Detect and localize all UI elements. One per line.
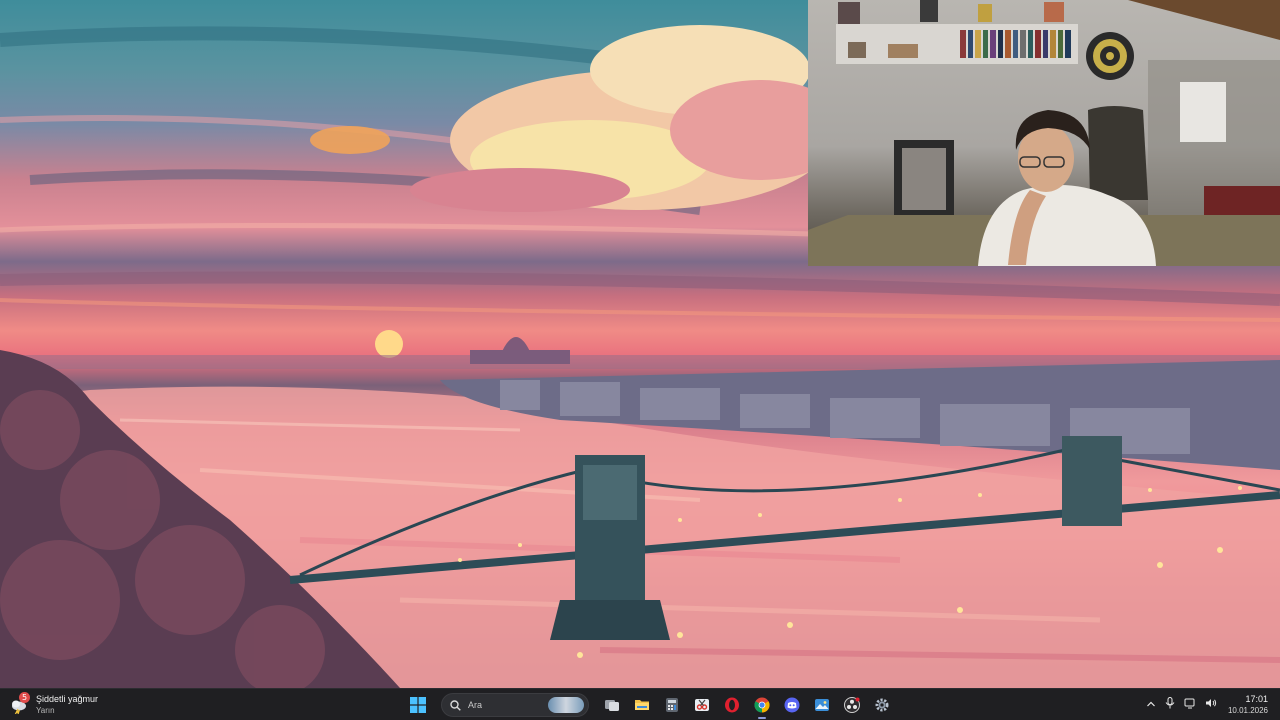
search-icon [450, 699, 461, 711]
file-explorer-button[interactable] [631, 694, 653, 716]
microphone-icon[interactable] [1165, 696, 1175, 714]
calculator-icon [666, 698, 678, 712]
opera-button[interactable] [721, 694, 743, 716]
discord-icon [784, 697, 800, 713]
chair [1088, 106, 1148, 200]
windows-logo-icon [410, 697, 426, 713]
obs-icon [844, 697, 860, 713]
webcam-feed [808, 0, 1280, 266]
opera-icon [725, 697, 739, 713]
search-highlight-image [548, 697, 584, 713]
discord-button[interactable] [781, 694, 803, 716]
chevron-up-icon[interactable] [1146, 696, 1156, 714]
task-view-button[interactable] [601, 694, 623, 716]
obs-button[interactable] [841, 694, 863, 716]
dartboard [1086, 32, 1134, 80]
gear-icon [875, 698, 889, 712]
task-view-icon [605, 700, 619, 711]
small-cloud [310, 126, 390, 154]
system-tray [1146, 692, 1217, 718]
clock[interactable]: 17:01 10.01.2026 [1228, 693, 1268, 717]
ceiling [1128, 0, 1280, 40]
taskbar-apps: Ara [407, 692, 893, 719]
display-icon[interactable] [1184, 696, 1196, 714]
storm-cloud-icon: 5 [10, 692, 30, 715]
start-button[interactable] [407, 694, 429, 716]
cloud [410, 25, 850, 212]
poster-art [902, 148, 946, 210]
chrome-button[interactable] [751, 694, 773, 719]
photos-button[interactable] [811, 694, 833, 716]
weather-when: Yarın [36, 706, 55, 715]
weather-alert-badge: 5 [19, 692, 30, 703]
taskbar: 5 Şiddetli yağmur Yarın Ara 17:01 10.01.… [0, 688, 1280, 720]
sun [375, 330, 403, 358]
folder-icon [635, 700, 649, 710]
volume-icon[interactable] [1205, 696, 1217, 714]
snipping-icon [695, 699, 709, 711]
snipping-tool-button[interactable] [691, 694, 713, 716]
shelf-top-items [838, 0, 1064, 24]
parliament [470, 337, 570, 364]
clock-time: 17:01 [1245, 694, 1268, 704]
search-box[interactable]: Ara [441, 693, 589, 717]
settings-button[interactable] [871, 694, 893, 716]
chrome-icon [754, 697, 770, 713]
photos-icon [815, 699, 829, 711]
calculator-button[interactable] [661, 694, 683, 716]
weather-condition: Şiddetli yağmur [36, 694, 99, 704]
bookshelf [836, 24, 1078, 64]
search-label: Ara [468, 700, 483, 710]
cabinet [1180, 82, 1226, 142]
clock-date: 10.01.2026 [1227, 706, 1268, 715]
webcam-overlay [808, 0, 1280, 266]
weather-widget[interactable]: 5 Şiddetli yağmur Yarın [10, 692, 98, 718]
weather-text: Şiddetli yağmur Yarın [36, 694, 98, 716]
